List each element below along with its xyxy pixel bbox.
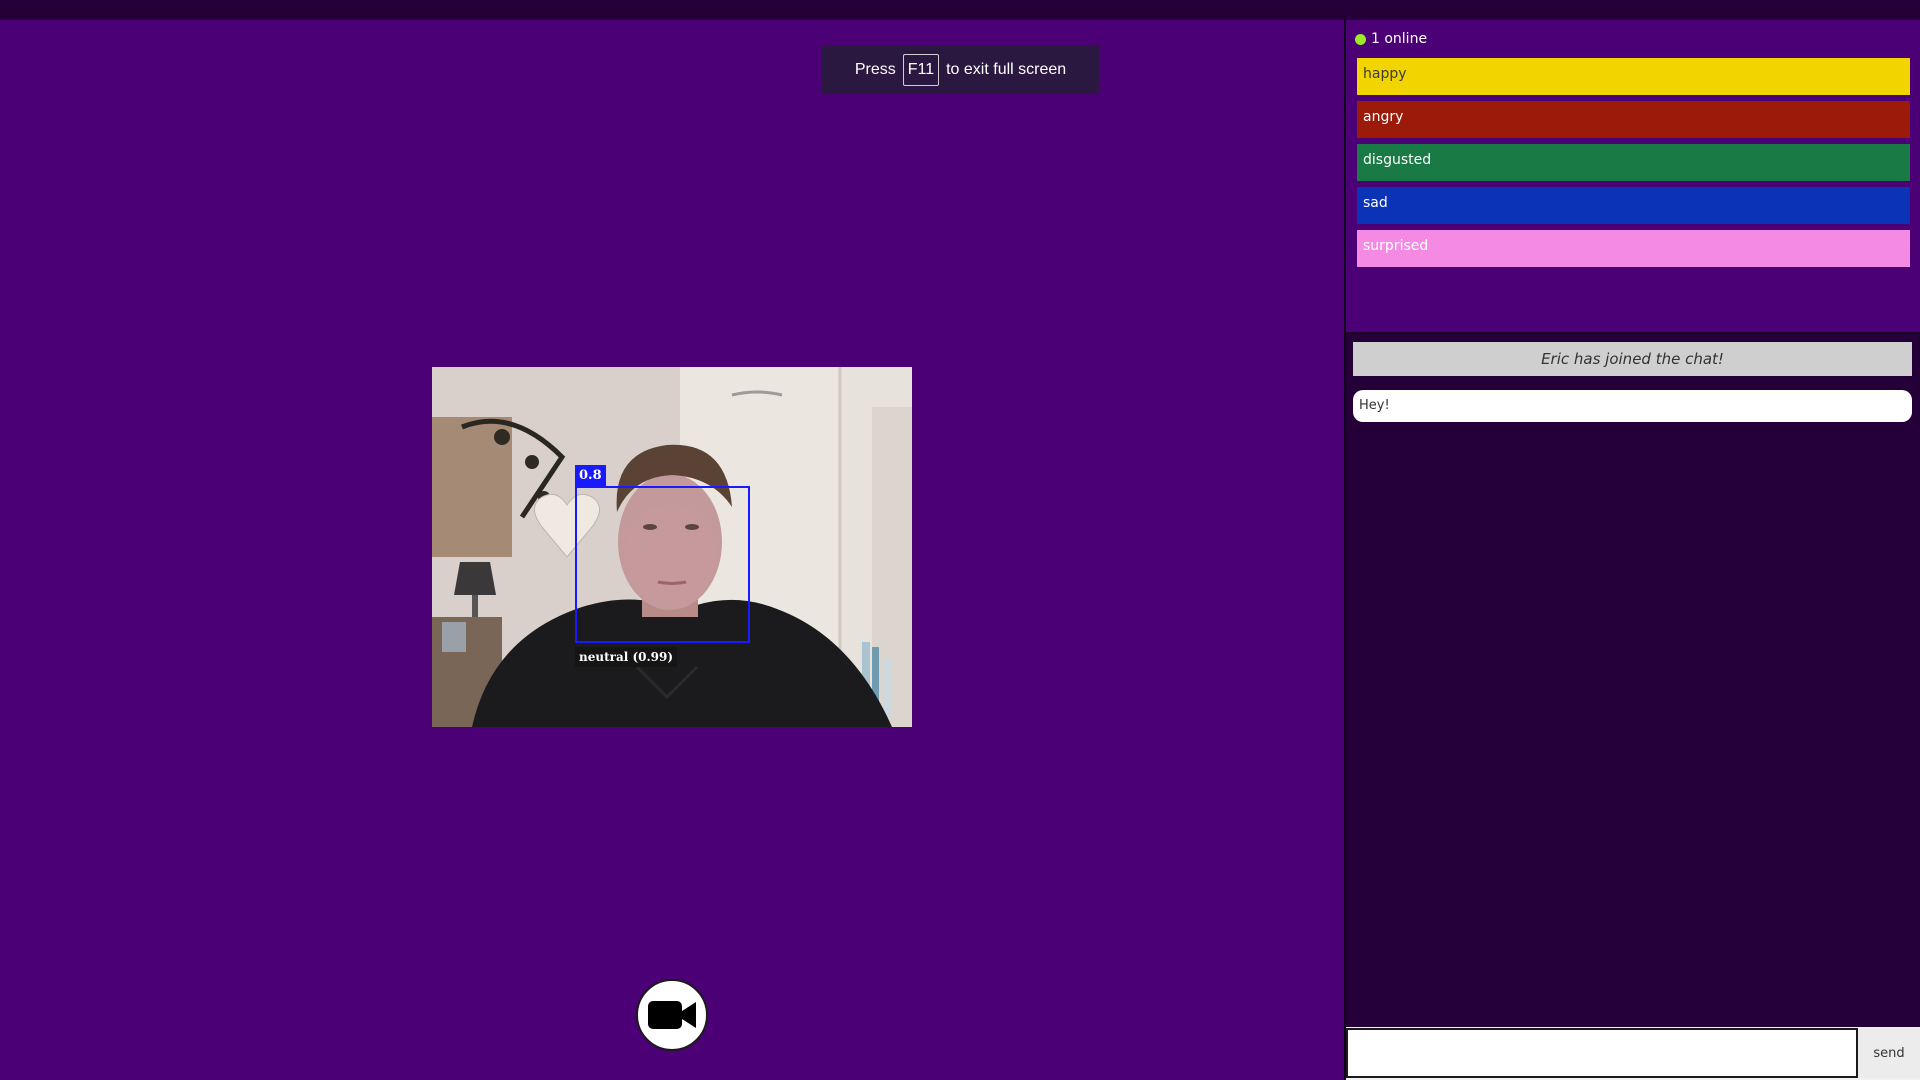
emotion-item-surprised[interactable]: surprised bbox=[1357, 230, 1910, 267]
camera-toggle-button[interactable] bbox=[636, 979, 708, 1051]
send-button[interactable]: send bbox=[1858, 1028, 1920, 1078]
emotion-list: happy angry disgusted sad surprised bbox=[1357, 58, 1910, 273]
emotion-item-disgusted[interactable]: disgusted bbox=[1357, 144, 1910, 181]
emotion-label: surprised bbox=[1363, 238, 1429, 254]
webcam-video: 0.8 neutral (0.99) bbox=[432, 367, 912, 727]
expression-label: neutral (0.99) bbox=[575, 647, 678, 667]
detection-score: 0.8 bbox=[575, 465, 606, 486]
emotion-item-happy[interactable]: happy bbox=[1357, 58, 1910, 95]
emotion-label: angry bbox=[1363, 109, 1404, 125]
top-bar bbox=[0, 0, 1920, 20]
chat-input-row: send bbox=[1346, 1027, 1920, 1080]
emotion-label: disgusted bbox=[1363, 152, 1432, 168]
face-detection-box bbox=[575, 486, 750, 643]
system-message: Eric has joined the chat! bbox=[1353, 342, 1912, 376]
online-status: 1 online bbox=[1355, 29, 1427, 49]
emotion-label: sad bbox=[1363, 195, 1388, 211]
chat-input[interactable] bbox=[1346, 1028, 1858, 1078]
sidebar: 1 online happy angry disgusted sad surpr… bbox=[1344, 20, 1920, 1080]
emotion-item-angry[interactable]: angry bbox=[1357, 101, 1910, 138]
online-count: 1 online bbox=[1371, 31, 1428, 47]
online-dot-icon bbox=[1355, 33, 1366, 45]
emotion-panel: 1 online happy angry disgusted sad surpr… bbox=[1346, 20, 1920, 334]
fullscreen-notice-prefix: Press bbox=[854, 60, 896, 78]
emotion-item-sad[interactable]: sad bbox=[1357, 187, 1910, 224]
f11-key: F11 bbox=[902, 53, 940, 86]
emotion-label: happy bbox=[1363, 66, 1407, 82]
video-camera-icon bbox=[648, 1001, 696, 1029]
fullscreen-notice-suffix: to exit full screen bbox=[946, 60, 1067, 78]
chat-message: Hey! bbox=[1353, 390, 1912, 422]
fullscreen-notice: Press F11 to exit full screen bbox=[822, 45, 1099, 94]
